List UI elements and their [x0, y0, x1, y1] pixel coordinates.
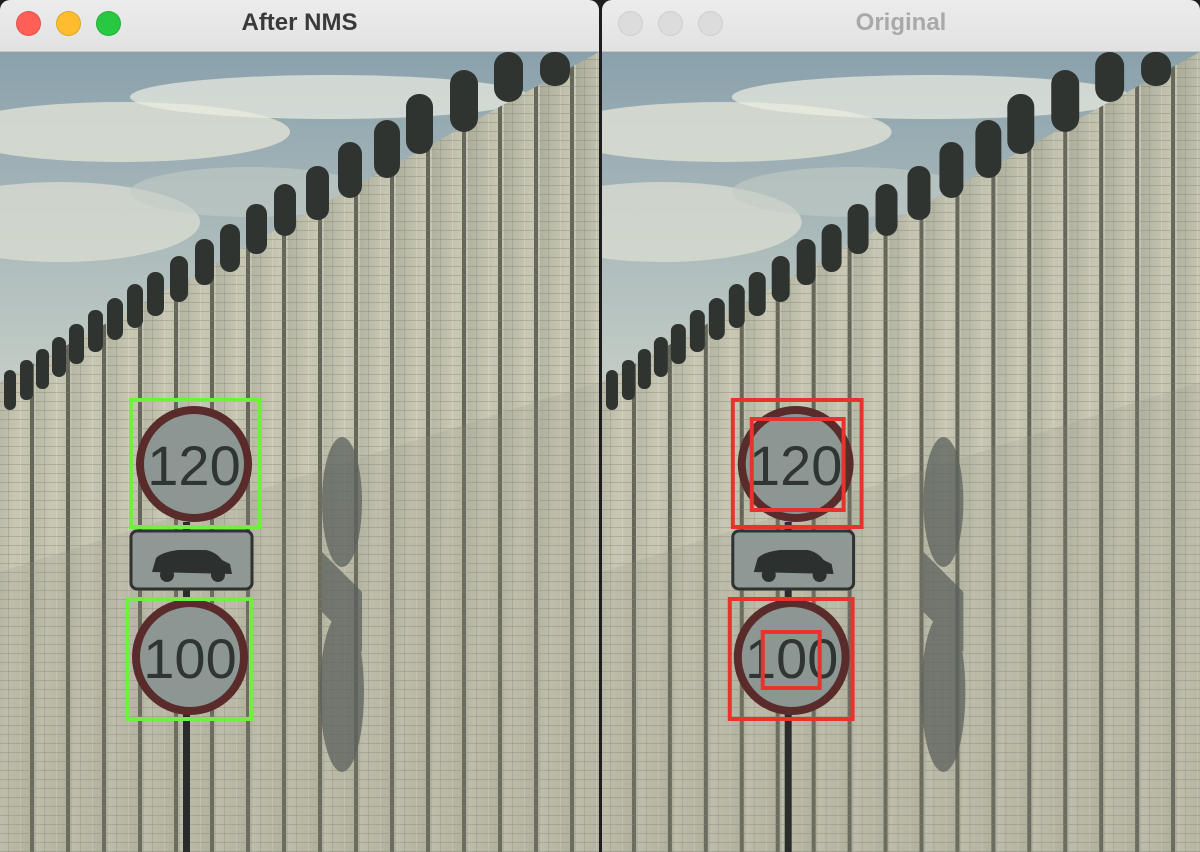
titlebar[interactable]: After NMS: [0, 0, 599, 52]
window-original[interactable]: Original: [602, 0, 1200, 852]
image-view: [0, 52, 599, 852]
scene-image: [602, 52, 1200, 852]
scene-image: [0, 52, 599, 852]
window-after-nms[interactable]: After NMS: [0, 0, 599, 852]
titlebar[interactable]: Original: [602, 0, 1200, 52]
window-title: Original: [855, 9, 947, 36]
image-view: [602, 52, 1200, 852]
window-title: After NMS: [241, 9, 358, 36]
